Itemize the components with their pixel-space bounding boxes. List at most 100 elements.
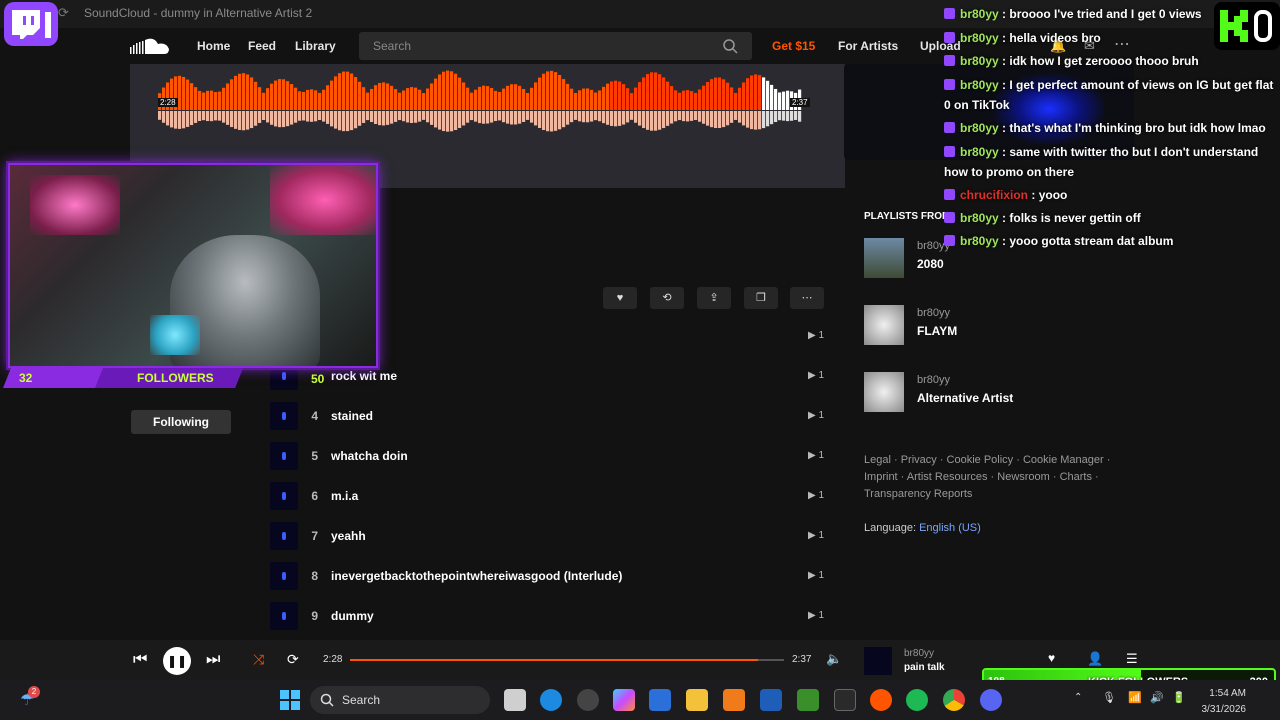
epic-games-icon[interactable] — [834, 689, 856, 711]
waveform-reflection — [302, 111, 306, 121]
repost-button[interactable]: ⟲ — [650, 287, 684, 309]
waveform-bar — [726, 82, 730, 110]
waveform-bar — [366, 92, 370, 110]
playlist-item[interactable]: br80yy FLAYM — [864, 305, 1124, 347]
playlist-artwork[interactable] — [864, 238, 904, 278]
wifi-icon[interactable]: 📶 — [1128, 691, 1142, 704]
track-row[interactable]: 7 yeahh ▶ 1 — [270, 518, 830, 558]
chrome-icon[interactable] — [943, 689, 965, 711]
soundcloud-logo[interactable] — [130, 37, 170, 55]
playlist-artwork[interactable] — [864, 372, 904, 412]
fl-studio-icon[interactable] — [723, 689, 745, 711]
more-actions-button[interactable]: ⋯ — [790, 287, 824, 309]
playlist-artist[interactable]: br80yy — [917, 307, 950, 319]
track-artwork[interactable] — [270, 482, 298, 510]
playlist-title[interactable]: 2080 — [917, 257, 944, 271]
copilot-icon[interactable] — [613, 689, 635, 711]
repeat-icon[interactable]: ⟳ — [287, 651, 299, 668]
waveform-reflection — [474, 111, 478, 122]
nav-home[interactable]: Home — [197, 39, 230, 53]
search-input[interactable] — [359, 32, 752, 60]
track-row[interactable]: 8 inevergetbacktothepointwhereiwasgood (I… — [270, 558, 830, 598]
waveform[interactable] — [158, 66, 802, 132]
battery-icon[interactable]: 🔋 — [1172, 691, 1186, 704]
now-playing-art[interactable] — [864, 647, 892, 675]
pause-button[interactable]: ❚❚ — [163, 647, 191, 675]
file-explorer-icon[interactable] — [686, 689, 708, 711]
mic-icon[interactable]: 🎙 — [1102, 691, 1116, 704]
track-title[interactable]: whatcha doin — [331, 449, 408, 463]
store-icon[interactable] — [649, 689, 671, 711]
player-duration: 2:37 — [792, 654, 812, 665]
volume-icon[interactable]: 🔈 — [826, 651, 842, 667]
edge-icon[interactable] — [540, 689, 562, 711]
taskbar-search[interactable]: Search — [310, 686, 490, 714]
progress-slider[interactable] — [350, 659, 784, 661]
discord-icon[interactable] — [980, 689, 1002, 711]
task-view-icon[interactable] — [504, 689, 526, 711]
track-row[interactable]: 5 whatcha doin ▶ 1 — [270, 438, 830, 478]
waveform-reflection — [414, 111, 418, 123]
track-artwork[interactable] — [270, 562, 298, 590]
app-icon[interactable] — [760, 689, 782, 711]
track-row[interactable]: 4 stained ▶ 1 — [270, 398, 830, 438]
waveform-reflection — [662, 111, 666, 129]
like-icon[interactable]: ♥ — [1048, 651, 1055, 665]
playlist-item[interactable]: br80yy Alternative Artist — [864, 372, 1124, 414]
volume-tray-icon[interactable]: 🔊 — [1150, 691, 1164, 704]
chat-username[interactable]: br80yy — [960, 7, 999, 21]
search-icon[interactable] — [722, 38, 738, 54]
next-icon[interactable]: ⏭ — [206, 651, 220, 669]
waveform-bar — [298, 91, 302, 110]
waveform-reflection — [650, 111, 654, 131]
nav-feed[interactable]: Feed — [248, 39, 276, 53]
chat-username[interactable]: br80yy — [960, 121, 999, 135]
previous-icon[interactable]: ⏮ — [133, 651, 147, 669]
follow-icon[interactable]: 👤 — [1087, 651, 1103, 667]
tray-chevron-icon[interactable]: ⌃ — [1074, 692, 1082, 703]
get-offer-link[interactable]: Get $15 — [772, 39, 815, 53]
track-artwork[interactable] — [270, 522, 298, 550]
like-button[interactable]: ♥ — [603, 287, 637, 309]
copy-link-button[interactable]: ❐ — [744, 287, 778, 309]
share-button[interactable]: ⇪ — [697, 287, 731, 309]
track-title[interactable]: yeahh — [331, 529, 366, 543]
for-artists-link[interactable]: For Artists — [838, 39, 898, 53]
track-artwork[interactable] — [270, 442, 298, 470]
windows-start-icon[interactable] — [280, 690, 300, 710]
soundcloud-taskbar-icon[interactable] — [870, 689, 892, 711]
chat-username[interactable]: br80yy — [960, 211, 999, 225]
queue-icon[interactable]: ☰ — [1126, 651, 1138, 667]
playlist-title[interactable]: Alternative Artist — [917, 391, 1013, 405]
spotify-icon[interactable] — [906, 689, 928, 711]
chat-username[interactable]: br80yy — [960, 145, 999, 159]
shuffle-icon[interactable]: ⤨ — [253, 651, 264, 668]
chat-username[interactable]: br80yy — [960, 54, 999, 68]
now-playing-title[interactable]: pain talk — [904, 662, 945, 673]
track-row[interactable]: 6 m.i.a ▶ 1 — [270, 478, 830, 518]
track-title[interactable]: dummy — [331, 609, 374, 623]
settings-icon[interactable] — [577, 689, 599, 711]
track-artwork[interactable] — [270, 402, 298, 430]
language-value[interactable]: English (US) — [919, 522, 981, 534]
system-clock[interactable]: 1:54 AM 3/31/2026 — [1196, 686, 1247, 718]
chat-username[interactable]: br80yy — [960, 31, 999, 45]
track-title[interactable]: rock wit me — [331, 369, 397, 383]
footer-links[interactable]: Legal · Privacy · Cookie Policy · Cookie… — [864, 452, 1124, 503]
track-title[interactable]: inevergetbacktothepointwhereiwasgood (In… — [331, 569, 622, 583]
playlist-title[interactable]: FLAYM — [917, 324, 957, 338]
chat-username[interactable]: chrucifixion — [960, 188, 1028, 202]
playlist-artwork[interactable] — [864, 305, 904, 345]
following-button[interactable]: Following — [131, 410, 231, 434]
nav-library[interactable]: Library — [295, 39, 336, 53]
chat-username[interactable]: br80yy — [960, 234, 999, 248]
track-row[interactable]: 9 dummy ▶ 1 — [270, 598, 830, 638]
track-artwork[interactable] — [270, 602, 298, 630]
language-selector[interactable]: Language: English (US) — [864, 522, 981, 534]
track-title[interactable]: stained — [331, 409, 373, 423]
track-title[interactable]: m.i.a — [331, 489, 358, 503]
now-playing-artist[interactable]: br80yy — [904, 648, 934, 659]
chat-username[interactable]: br80yy — [960, 78, 999, 92]
minecraft-icon[interactable] — [797, 689, 819, 711]
playlist-artist[interactable]: br80yy — [917, 374, 950, 386]
